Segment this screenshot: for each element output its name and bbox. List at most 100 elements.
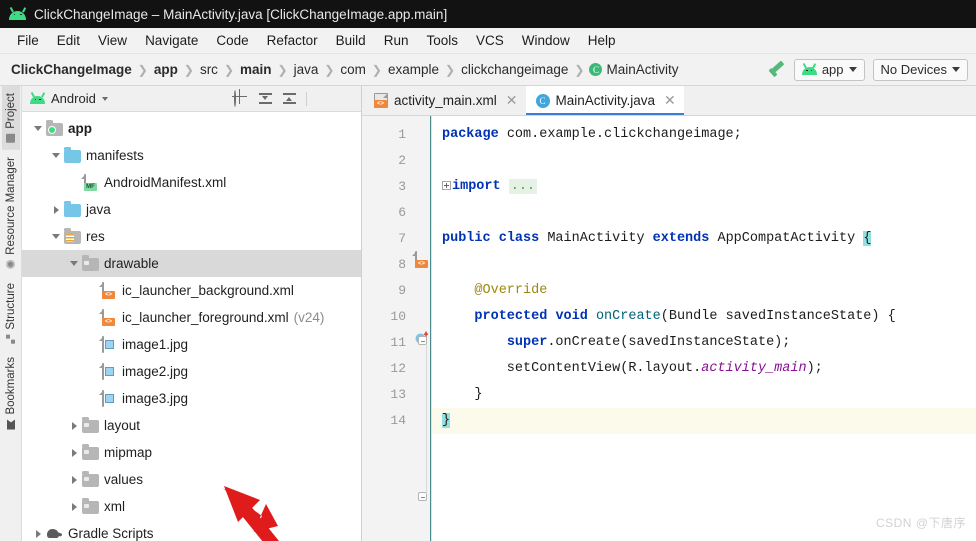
project-view-selector[interactable]: Android (30, 91, 108, 106)
menu-item-build[interactable]: Build (327, 31, 375, 50)
tree-node-mipmap[interactable]: mipmap (22, 439, 361, 466)
tree-node-label: image1.jpg (122, 337, 189, 352)
tree-node-label: image2.jpg (122, 364, 189, 379)
line-number-13: 13 (390, 387, 406, 402)
hammer-icon[interactable] (768, 60, 786, 78)
expand-imports-icon[interactable] (442, 180, 451, 190)
menu-item-tools[interactable]: Tools (417, 31, 467, 50)
chevron-right-icon[interactable] (66, 421, 82, 430)
menu-item-file[interactable]: File (8, 31, 48, 50)
tree-node-ic-launcher-foreground-xml[interactable]: <> ic_launcher_foreground.xml (v24) (22, 304, 361, 331)
tree-node-image3-jpg[interactable]: image3.jpg (22, 385, 361, 412)
breadcrumb-item-class[interactable]: C MainActivity (589, 62, 678, 77)
sidebar-item-label: Project (4, 93, 17, 129)
tree-node-res[interactable]: res (22, 223, 361, 250)
code-editor[interactable]: 1 2 3 6 7 8 9 10 11 12 13 14 <> package … (362, 116, 976, 541)
breadcrumb-item-example[interactable]: example (387, 62, 440, 77)
bookmark-icon (7, 420, 15, 430)
editor-area: <> activity_main.xml ✕ C MainActivity.ja… (362, 86, 976, 541)
breadcrumb-item-java[interactable]: java (293, 62, 320, 77)
tree-node-manifests[interactable]: manifests (22, 142, 361, 169)
breadcrumb-item-com[interactable]: com (339, 62, 367, 77)
project-file-tree[interactable]: app manifests MF AndroidManifest.xml java res… (22, 112, 361, 541)
tree-node-label: xml (104, 499, 125, 514)
image-file-icon (100, 336, 117, 353)
code-content[interactable]: package com.example.clickchangeimage; im… (432, 116, 976, 541)
chevron-right-icon[interactable] (30, 529, 46, 538)
breadcrumb-item-package[interactable]: clickchangeimage (460, 62, 569, 77)
chevron-down-icon[interactable] (48, 153, 64, 158)
manifest-file-icon: MF (82, 174, 99, 191)
line-number-9: 9 (398, 283, 406, 298)
menu-item-window[interactable]: Window (513, 31, 579, 50)
menu-item-edit[interactable]: Edit (48, 31, 89, 50)
device-selector[interactable]: No Devices (872, 58, 968, 81)
close-icon[interactable]: ✕ (664, 92, 676, 109)
tree-node-layout[interactable]: layout (22, 412, 361, 439)
chevron-down-icon (101, 96, 108, 101)
chevron-right-icon[interactable] (66, 502, 82, 511)
expand-all-icon[interactable] (258, 91, 273, 106)
tree-node-image2-jpg[interactable]: image2.jpg (22, 358, 361, 385)
tree-node-image1-jpg[interactable]: image1.jpg (22, 331, 361, 358)
tree-node-label: Gradle Scripts (68, 526, 154, 541)
menu-item-run[interactable]: Run (375, 31, 418, 50)
sidebar-item-bookmarks[interactable]: Bookmarks (2, 350, 20, 437)
menu-item-code[interactable]: Code (207, 31, 257, 50)
tree-node-label: manifests (86, 148, 144, 163)
chevron-right-icon[interactable] (66, 475, 82, 484)
code-line-1: package com.example.clickchangeimage; (442, 127, 742, 142)
editor-tab-bar: <> activity_main.xml ✕ C MainActivity.ja… (362, 86, 976, 116)
tree-node-label: java (86, 202, 111, 217)
xml-file-icon: <> (374, 93, 388, 108)
gear-icon[interactable] (316, 91, 331, 106)
menu-item-refactor[interactable]: Refactor (258, 31, 327, 50)
target-icon[interactable] (234, 90, 249, 107)
resource-folder-icon (64, 228, 81, 244)
breadcrumb-separator: ❯ (277, 62, 288, 77)
chevron-down-icon[interactable] (48, 234, 64, 239)
chevron-down-icon (848, 67, 857, 72)
chevron-down-icon (952, 67, 960, 72)
tree-node-drawable[interactable]: drawable (22, 250, 361, 277)
tree-node-java[interactable]: java (22, 196, 361, 223)
breadcrumb-item-project[interactable]: ClickChangeImage (10, 62, 133, 77)
menu-item-vcs[interactable]: VCS (467, 31, 513, 50)
chevron-down-icon[interactable] (66, 261, 82, 266)
tree-node-version: (v24) (293, 310, 325, 325)
tree-node-app[interactable]: app (22, 115, 361, 142)
breadcrumb-item-app[interactable]: app (153, 62, 179, 77)
editor-tab-label: MainActivity.java (555, 93, 656, 108)
chevron-down-icon[interactable] (30, 126, 46, 131)
run-configuration-selector[interactable]: app (793, 58, 865, 81)
editor-tab-mainactivity-java[interactable]: C MainActivity.java ✕ (525, 86, 685, 115)
indent-guide (426, 344, 427, 494)
folded-imports[interactable]: ... (508, 179, 538, 194)
chevron-right-icon[interactable] (48, 205, 64, 214)
tree-node-ic-launcher-background-xml[interactable]: <> ic_launcher_background.xml (22, 277, 361, 304)
gradle-icon (46, 527, 63, 540)
close-icon[interactable]: ✕ (506, 92, 518, 109)
minimize-icon[interactable] (340, 91, 355, 106)
menu-item-view[interactable]: View (89, 31, 136, 50)
layout-resource-icon[interactable]: <> (415, 251, 430, 268)
breadcrumb-item-main[interactable]: main (239, 62, 273, 77)
menu-item-navigate[interactable]: Navigate (136, 31, 207, 50)
sidebar-item-resource-manager[interactable]: Resource Manager (2, 150, 20, 276)
collapse-all-icon[interactable] (282, 91, 297, 106)
breadcrumb-item-src[interactable]: src (199, 62, 219, 77)
editor-tab-activity-main-xml[interactable]: <> activity_main.xml ✕ (362, 86, 526, 115)
chevron-right-icon[interactable] (66, 448, 82, 457)
tree-node-values[interactable]: values (22, 466, 361, 493)
menu-item-help[interactable]: Help (579, 31, 625, 50)
tree-node-androidmanifest-xml[interactable]: MF AndroidManifest.xml (22, 169, 361, 196)
breadcrumb-separator: ❯ (223, 62, 234, 77)
sidebar-item-structure[interactable]: Structure (2, 276, 20, 351)
gutter-marker-column[interactable]: <> (414, 116, 432, 541)
folder-icon (82, 498, 99, 514)
tree-node-xml[interactable]: xml (22, 493, 361, 520)
code-line-7: public class MainActivity extends AppCom… (442, 231, 872, 246)
sidebar-item-project[interactable]: Project (1, 86, 20, 150)
tree-node-gradle-scripts[interactable]: Gradle Scripts (22, 520, 361, 541)
